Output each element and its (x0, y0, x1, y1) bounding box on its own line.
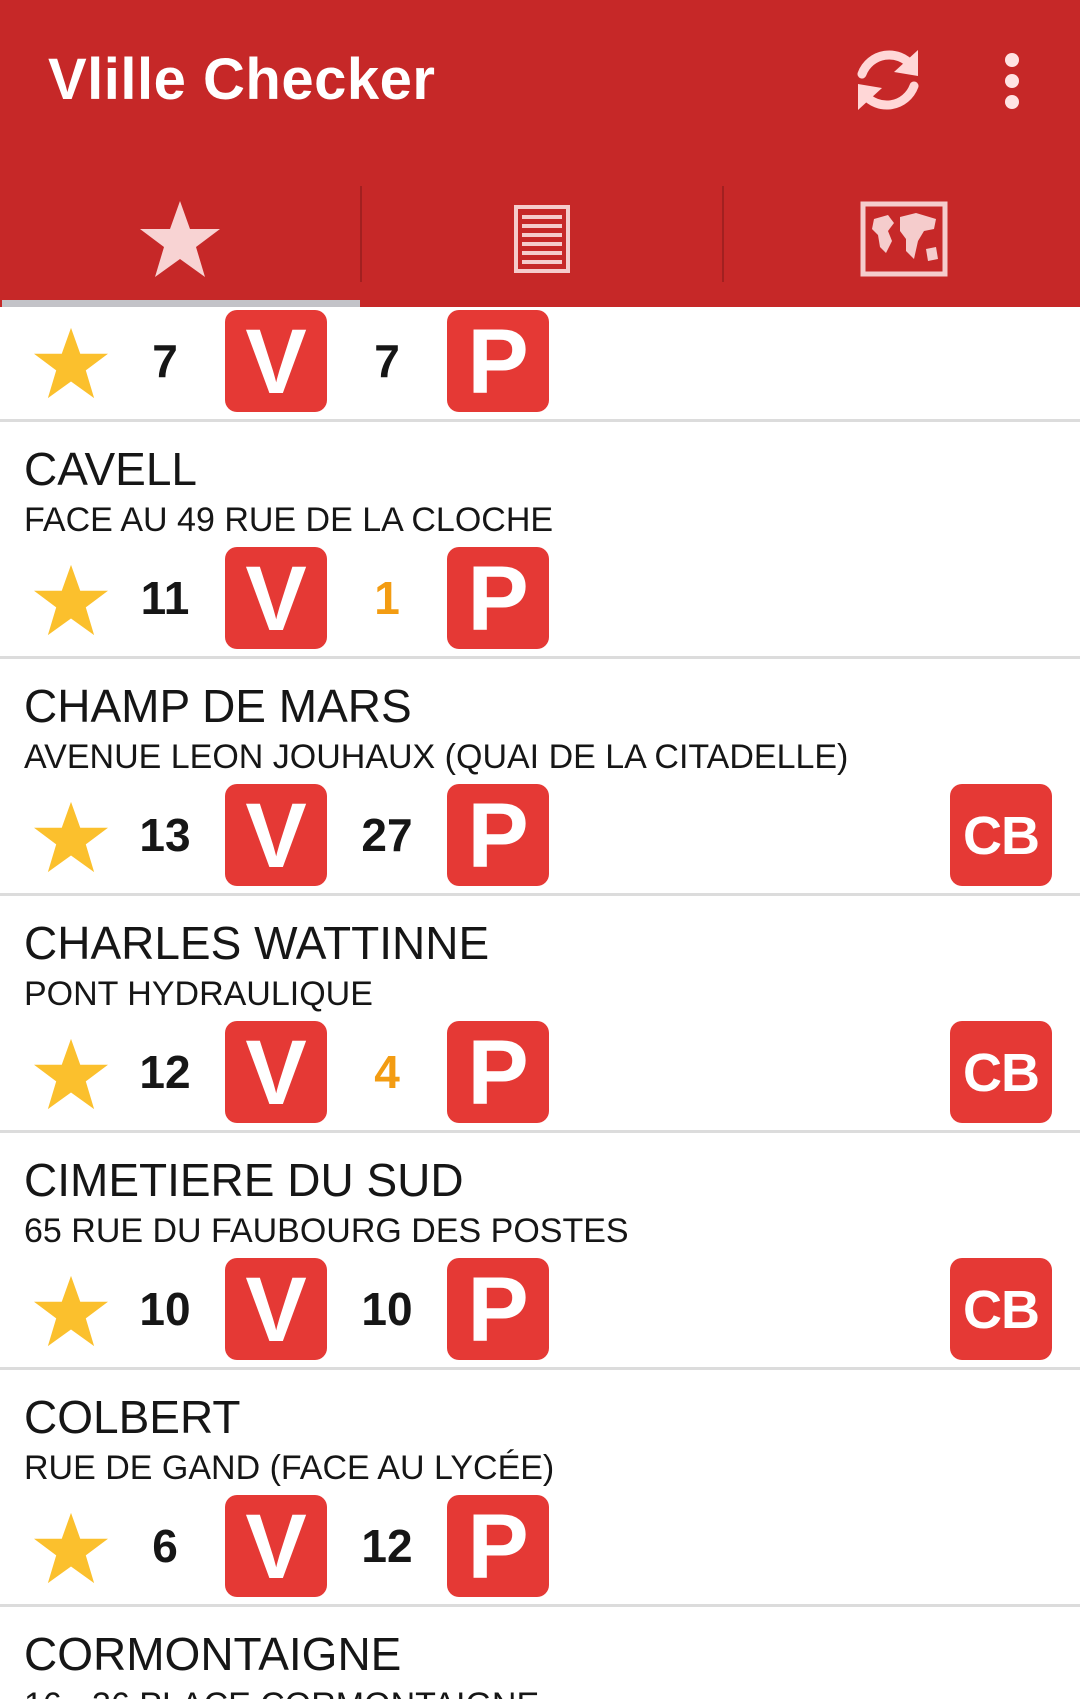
bikes-count: 11 (140, 572, 190, 624)
parking-badge: P (447, 1495, 549, 1598)
station-address: RUE DE GAND (FACE AU LYCÉE) (24, 1449, 555, 1487)
station-stats: 13 V 27 P CB (0, 784, 1080, 887)
favorite-star-icon[interactable] (32, 326, 110, 400)
parking-badge: P (447, 1258, 549, 1361)
refresh-button[interactable] (848, 40, 928, 120)
list-divider (0, 1130, 1080, 1133)
station-address: FACE AU 49 RUE DE LA CLOCHE (24, 501, 554, 539)
station-list[interactable]: 7 V 7 P CAVELL FACE AU 49 RUE DE LA CLOC… (0, 307, 1080, 1699)
tab-selected-indicator (2, 300, 360, 307)
slots-count: 27 (361, 809, 413, 861)
list-divider (0, 419, 1080, 422)
bikes-badge: V (225, 1495, 327, 1598)
bikes-count: 7 (152, 335, 178, 387)
bikes-count: 12 (139, 1046, 191, 1098)
app-title: Vlille Checker (48, 47, 436, 112)
more-vert-icon (1005, 53, 1019, 109)
station-address: 65 RUE DU FAUBOURG DES POSTES (24, 1212, 629, 1250)
list-divider (0, 656, 1080, 659)
bikes-count: 6 (152, 1520, 178, 1572)
bikes-count: 13 (139, 809, 191, 861)
app-bar: Vlille Checker (0, 0, 1080, 307)
tab-favorites[interactable] (0, 170, 360, 307)
slots-count: 4 (374, 1046, 400, 1098)
favorite-star-icon[interactable] (32, 800, 110, 874)
station-name: COLBERT (24, 1391, 241, 1443)
parking-badge: P (447, 310, 549, 413)
station-stats: 12 V 4 P CB (0, 1021, 1080, 1124)
bikes-badge: V (225, 1021, 327, 1124)
list-icon (514, 204, 570, 273)
parking-badge: P (447, 547, 549, 650)
bikes-badge: V (225, 784, 327, 887)
overflow-menu-button[interactable] (986, 50, 1038, 114)
card-payment-badge: CB (950, 1021, 1052, 1123)
station-name: CHARLES WATTINNE (24, 917, 490, 969)
parking-badge: P (447, 784, 549, 887)
station-name: CORMONTAIGNE (24, 1628, 402, 1680)
list-divider (0, 1367, 1080, 1370)
favorite-star-icon[interactable] (32, 1274, 110, 1348)
station-stats: 7 V 7 P (0, 310, 1080, 413)
station-name: CAVELL (24, 443, 198, 495)
slots-count: 1 (374, 572, 400, 624)
card-payment-badge: CB (950, 1258, 1052, 1360)
slots-count: 12 (361, 1520, 413, 1572)
favorite-star-icon[interactable] (32, 1037, 110, 1111)
slots-count: 10 (361, 1283, 413, 1335)
card-payment-badge: CB (950, 784, 1052, 886)
station-name: CHAMP DE MARS (24, 680, 412, 732)
star-icon (140, 200, 220, 277)
favorite-star-icon[interactable] (32, 1511, 110, 1585)
station-name: CIMETIERE DU SUD (24, 1154, 464, 1206)
bikes-count: 10 (139, 1283, 191, 1335)
station-stats: 10 V 10 P CB (0, 1258, 1080, 1361)
station-address: PONT HYDRAULIQUE (24, 975, 373, 1013)
slots-count: 7 (374, 335, 400, 387)
map-icon (860, 201, 948, 276)
list-divider (0, 1604, 1080, 1607)
station-stats: 6 V 12 P (0, 1495, 1080, 1598)
bikes-badge: V (225, 310, 327, 413)
favorite-star-icon[interactable] (32, 563, 110, 637)
refresh-icon (857, 50, 919, 110)
station-stats: 11 V 1 P (0, 547, 1080, 650)
list-divider (0, 893, 1080, 896)
bikes-badge: V (225, 1258, 327, 1361)
parking-badge: P (447, 1021, 549, 1124)
bikes-badge: V (225, 547, 327, 650)
station-address: AVENUE LEON JOUHAUX (QUAI DE LA CITADELL… (24, 738, 849, 776)
station-address: 16 - 36 PLACE CORMONTAIGNE (24, 1686, 539, 1699)
tab-list[interactable] (362, 170, 722, 307)
tab-map[interactable] (724, 170, 1080, 307)
